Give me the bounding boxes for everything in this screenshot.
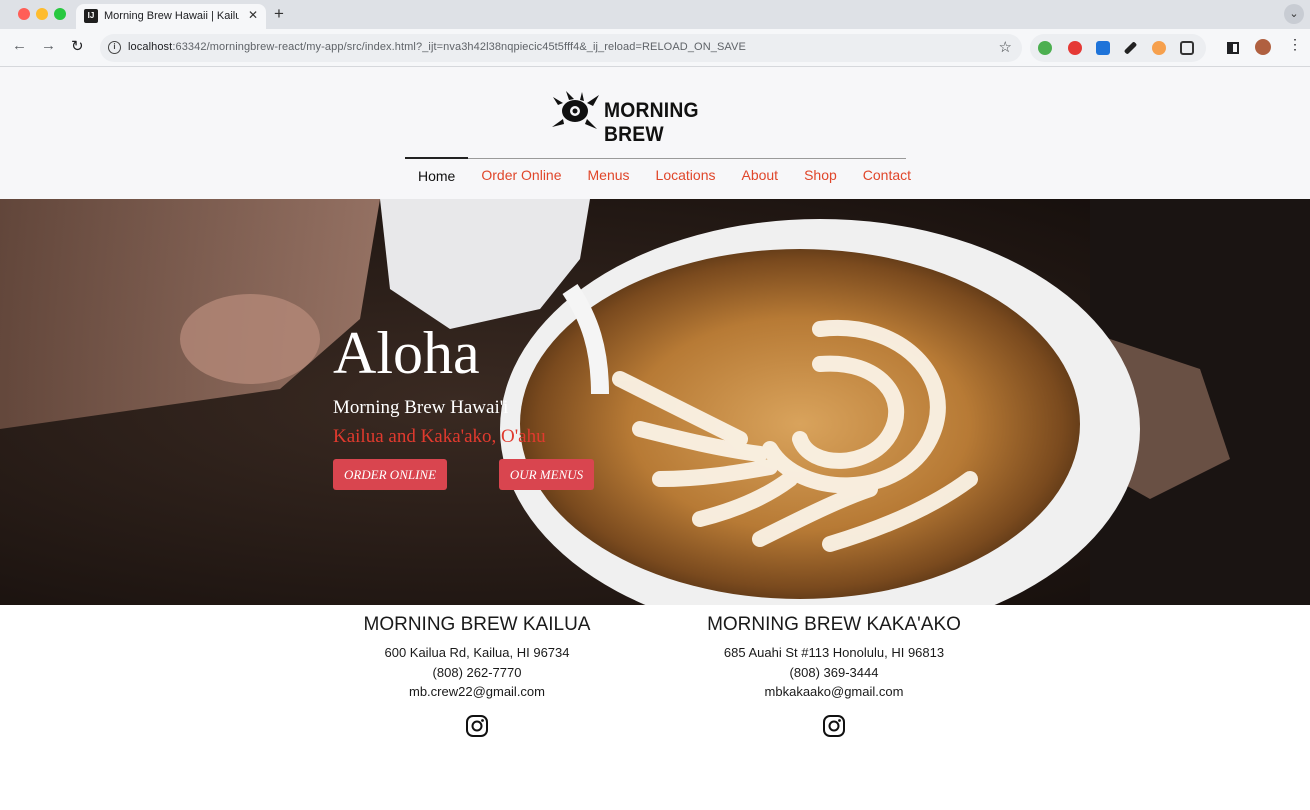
order-online-button[interactable]: ORDER ONLINE: [333, 459, 447, 490]
hero-title: Aloha: [333, 320, 480, 386]
puzzle-icon[interactable]: [1180, 41, 1194, 55]
profile-avatar[interactable]: [1255, 39, 1271, 55]
location-address: 600 Kailua Rd, Kailua, HI 96734: [384, 645, 570, 660]
star-icon[interactable]: ☆: [999, 38, 1012, 56]
info-icon[interactable]: i: [108, 41, 121, 54]
side-panel-icon[interactable]: [1227, 42, 1239, 54]
instagram-icon[interactable]: [822, 714, 846, 738]
location-name: MORNING BREW KAILUA: [363, 614, 591, 635]
extension-icon[interactable]: [1096, 41, 1110, 55]
new-tab-icon[interactable]: +: [274, 4, 284, 24]
tab-title: Morning Brew Hawaii | Kailua: [104, 10, 239, 22]
nav-item-shop[interactable]: Shop: [791, 158, 850, 188]
eyedropper-icon[interactable]: [1123, 41, 1138, 55]
hero-text: Aloha Morning Brew Hawai'i Kailua and Ka…: [333, 317, 546, 448]
location-card-kailua: MORNING BREW KAILUA 600 Kailua Rd, Kailu…: [337, 613, 617, 743]
nav-item-menus[interactable]: Menus: [575, 158, 643, 188]
extension-icon[interactable]: [1068, 41, 1082, 55]
location-name: MORNING BREW KAKA'AKO: [707, 614, 961, 635]
nav-item-contact[interactable]: Contact: [850, 158, 924, 188]
url-path: :63342/morningbrew-react/my-app/src/inde…: [172, 41, 746, 53]
forward-icon[interactable]: →: [41, 37, 56, 54]
back-icon[interactable]: ←: [12, 37, 27, 54]
tab-favicon-icon: IJ: [84, 9, 98, 23]
main-nav: Home Order Online Menus Locations About …: [405, 157, 924, 188]
nav-item-about[interactable]: About: [728, 158, 791, 188]
browser-tab[interactable]: IJ Morning Brew Hawaii | Kailua ✕: [76, 4, 266, 29]
location-email[interactable]: mb.crew22@gmail.com: [337, 682, 617, 702]
location-email[interactable]: mbkakaako@gmail.com: [684, 682, 984, 702]
logo-text: MORNING BREW: [604, 99, 699, 146]
location-phone[interactable]: (808) 369-3444: [684, 663, 984, 683]
close-window-icon[interactable]: [18, 8, 30, 20]
reload-icon[interactable]: ↻: [71, 37, 84, 55]
url-text[interactable]: localhost:63342/morningbrew-react/my-app…: [128, 41, 746, 53]
instagram-icon[interactable]: [465, 714, 489, 738]
location-card-kakaako: MORNING BREW KAKA'AKO 685 Auahi St #113 …: [684, 613, 984, 743]
close-tab-icon[interactable]: ✕: [248, 8, 258, 22]
minimize-window-icon[interactable]: [36, 8, 48, 20]
hero-banner: Aloha Morning Brew Hawai'i Kailua and Ka…: [0, 199, 1310, 605]
extensions-group: [1030, 34, 1206, 62]
location-phone[interactable]: (808) 262-7770: [337, 663, 617, 683]
nav-item-locations[interactable]: Locations: [643, 158, 729, 188]
more-menu-icon[interactable]: ⋮: [1288, 36, 1302, 53]
site-header: MORNING BREW Home Order Online Menus Loc…: [0, 67, 1310, 199]
extension-icon[interactable]: [1152, 41, 1166, 55]
locations-section: MORNING BREW KAILUA 600 Kailua Rd, Kailu…: [0, 605, 1310, 810]
tab-bar: IJ Morning Brew Hawaii | Kailua ✕ + ⌄: [0, 0, 1310, 29]
browser-toolbar: ← → ↻ i localhost:63342/morningbrew-reac…: [0, 29, 1310, 67]
extension-icon[interactable]: [1038, 41, 1052, 55]
maximize-window-icon[interactable]: [54, 8, 66, 20]
our-menus-button[interactable]: OUR MENUS: [499, 459, 594, 490]
logo[interactable]: MORNING BREW: [549, 89, 759, 146]
hero-locations: Kailua and Kaka'ako, O'ahu: [333, 426, 546, 447]
hero-subtitle: Morning Brew Hawai'i: [333, 397, 509, 418]
nav-item-order-online[interactable]: Order Online: [468, 158, 574, 188]
tab-search-icon[interactable]: ⌄: [1284, 4, 1304, 24]
turtle-logo-icon: [552, 91, 599, 129]
nav-item-home[interactable]: Home: [405, 157, 469, 187]
latte-art-image: [0, 199, 1310, 605]
url-host: localhost: [128, 41, 173, 53]
location-address: 685 Auahi St #113 Honolulu, HI 96813: [723, 645, 945, 660]
address-bar[interactable]: i localhost:63342/morningbrew-react/my-a…: [100, 34, 1022, 62]
